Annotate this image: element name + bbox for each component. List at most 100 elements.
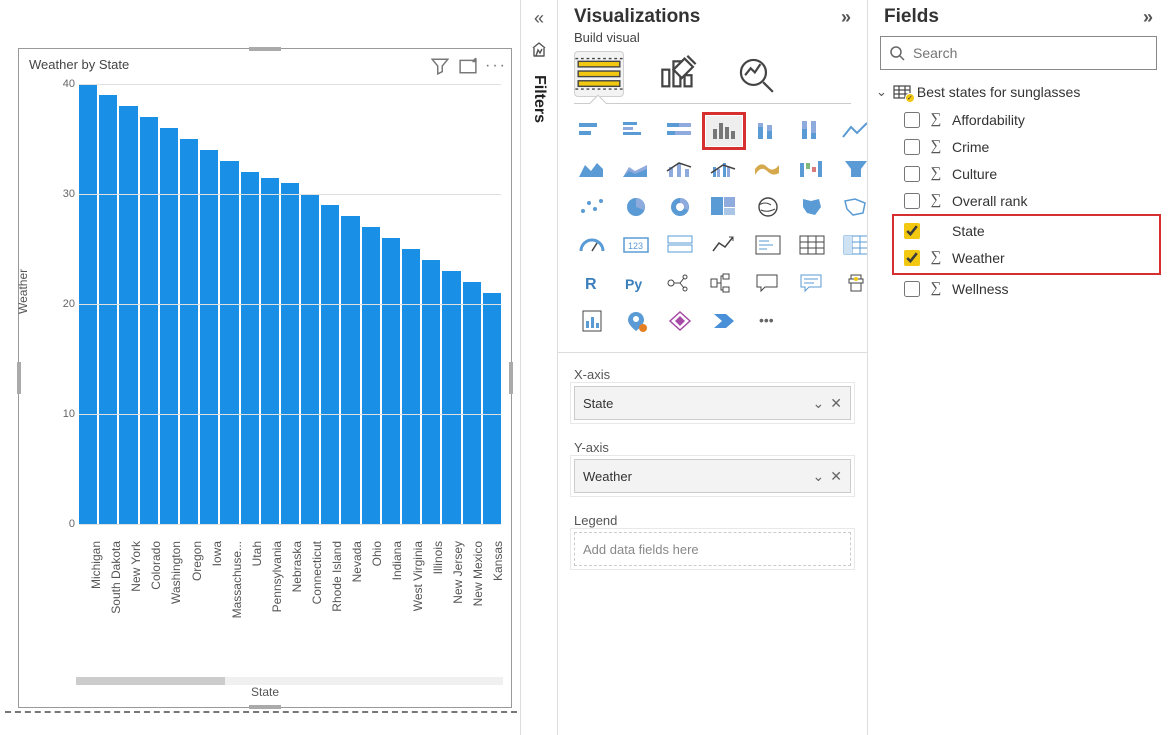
viz-smart-narrative[interactable] <box>794 268 830 298</box>
viz-multi-row-card[interactable] <box>662 230 698 260</box>
field-checkbox[interactable] <box>904 281 920 297</box>
scrollbar-thumb[interactable] <box>76 677 225 685</box>
viz-clustered-column[interactable] <box>706 116 742 146</box>
resize-handle-bottom[interactable] <box>249 705 281 709</box>
fields-search[interactable] <box>880 36 1157 70</box>
field-checkbox[interactable] <box>904 112 920 128</box>
viz-key-influencers[interactable] <box>662 268 698 298</box>
remove-field-icon[interactable]: ✕ <box>830 468 842 485</box>
viz-power-automate[interactable] <box>706 306 742 336</box>
field-checkbox[interactable] <box>904 193 920 209</box>
field-checkbox[interactable] <box>904 223 920 239</box>
viz-stacked-bar-h[interactable] <box>574 116 610 146</box>
chart-scrollbar-x[interactable] <box>76 677 503 685</box>
viz-power-apps[interactable] <box>662 306 698 336</box>
viz-funnel[interactable] <box>838 154 868 184</box>
viz-card[interactable]: 123 <box>618 230 654 260</box>
yaxis-well[interactable]: Weather ⌄ ✕ <box>574 459 851 493</box>
tab-analytics[interactable] <box>734 51 784 97</box>
bar[interactable] <box>422 260 440 524</box>
viz-shape-map[interactable] <box>838 192 868 222</box>
viz-area[interactable] <box>574 154 610 184</box>
field-state[interactable]: State <box>904 218 1159 244</box>
filter-icon[interactable] <box>431 57 449 75</box>
bar[interactable] <box>321 205 339 524</box>
viz-filled-map[interactable] <box>794 192 830 222</box>
bar[interactable] <box>402 249 420 524</box>
viz-line[interactable] <box>838 116 868 146</box>
field-checkbox[interactable] <box>904 166 920 182</box>
bar[interactable] <box>463 282 481 524</box>
bar[interactable] <box>301 194 319 524</box>
bar[interactable] <box>99 95 117 524</box>
legend-well-placeholder: Add data fields here <box>583 542 699 557</box>
viz-table[interactable] <box>794 230 830 260</box>
xaxis-well[interactable]: State ⌄ ✕ <box>574 386 851 420</box>
tab-format-visual[interactable] <box>654 51 704 97</box>
chevron-down-icon[interactable]: ⌄ <box>813 468 825 485</box>
field-checkbox[interactable] <box>904 139 920 155</box>
field-weather[interactable]: ∑Weather <box>904 244 1159 271</box>
viz-r-visual[interactable]: R <box>574 268 610 298</box>
field-wellness[interactable]: ∑Wellness <box>868 275 1169 302</box>
bar[interactable] <box>180 139 198 524</box>
table-header[interactable]: ⌄ Best states for sunglasses <box>868 76 1169 106</box>
visual-frame[interactable]: ··· Weather by State Weather 010203040 M… <box>18 48 512 708</box>
bar[interactable] <box>220 161 238 524</box>
collapse-visualizations-icon[interactable]: » <box>841 7 851 28</box>
viz-line-clustered-column[interactable] <box>706 154 742 184</box>
field-checkbox[interactable] <box>904 250 920 266</box>
viz-stacked-column[interactable] <box>750 116 786 146</box>
viz-python-visual[interactable]: Py <box>618 268 654 298</box>
viz-arcgis-map[interactable] <box>618 306 654 336</box>
viz-matrix[interactable] <box>838 230 868 260</box>
viz-stacked-100-bar-h[interactable] <box>662 116 698 146</box>
search-input[interactable] <box>913 45 1148 61</box>
viz-clustered-bar-h[interactable] <box>618 116 654 146</box>
focus-mode-icon[interactable] <box>459 57 477 75</box>
viz-map[interactable] <box>750 192 786 222</box>
field-affordability[interactable]: ∑Affordability <box>868 106 1169 133</box>
viz-line-stacked-column[interactable] <box>662 154 698 184</box>
bar[interactable] <box>200 150 218 524</box>
legend-well[interactable]: Add data fields here <box>574 532 851 566</box>
bar[interactable] <box>281 183 299 524</box>
expand-filters-icon[interactable]: « <box>534 8 544 29</box>
bar[interactable] <box>241 172 259 524</box>
field-crime[interactable]: ∑Crime <box>868 133 1169 160</box>
filters-pane-collapsed[interactable]: « Filters <box>520 0 558 735</box>
field-overall-rank[interactable]: ∑Overall rank <box>868 187 1169 214</box>
viz-gauge[interactable] <box>574 230 610 260</box>
bar[interactable] <box>442 271 460 524</box>
viz-waterfall[interactable] <box>794 154 830 184</box>
field-culture[interactable]: ∑Culture <box>868 160 1169 187</box>
viz-get-more-visuals[interactable]: ••• <box>750 306 786 336</box>
viz-paginated-report[interactable] <box>574 306 610 336</box>
viz-slicer[interactable] <box>750 230 786 260</box>
viz-qa[interactable] <box>750 268 786 298</box>
viz-pie[interactable] <box>618 192 654 222</box>
tab-build-visual[interactable] <box>574 51 624 97</box>
viz-goals[interactable] <box>838 268 868 298</box>
bar[interactable] <box>483 293 501 524</box>
remove-field-icon[interactable]: ✕ <box>830 395 842 412</box>
bar[interactable] <box>382 238 400 524</box>
collapse-fields-icon[interactable]: » <box>1143 7 1153 28</box>
viz-stacked-100-column[interactable] <box>794 116 830 146</box>
viz-treemap[interactable] <box>706 192 742 222</box>
viz-decomposition-tree[interactable] <box>706 268 742 298</box>
bar[interactable] <box>119 106 137 524</box>
bar[interactable] <box>362 227 380 524</box>
viz-scatter[interactable] <box>574 192 610 222</box>
viz-donut[interactable] <box>662 192 698 222</box>
more-options-icon[interactable]: ··· <box>487 57 505 75</box>
bar[interactable] <box>140 117 158 524</box>
bar[interactable] <box>160 128 178 524</box>
resize-handle-top[interactable] <box>249 47 281 51</box>
chevron-down-icon[interactable]: ⌄ <box>813 395 825 412</box>
bar[interactable] <box>261 178 279 525</box>
viz-stacked-area[interactable] <box>618 154 654 184</box>
viz-kpi[interactable] <box>706 230 742 260</box>
bar[interactable] <box>341 216 359 524</box>
viz-ribbon[interactable] <box>750 154 786 184</box>
